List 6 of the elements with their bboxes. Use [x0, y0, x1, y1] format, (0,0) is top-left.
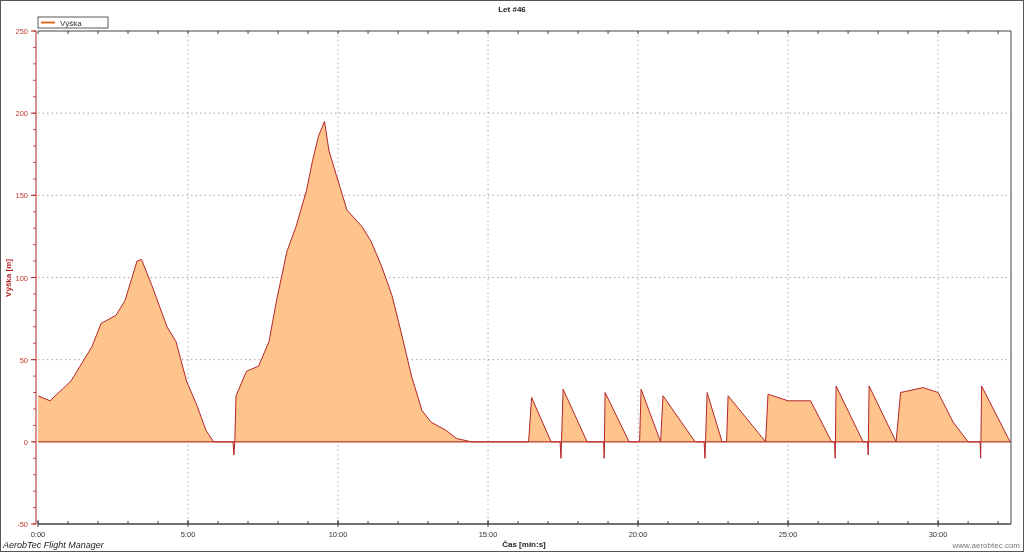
legend-label: Výška	[60, 19, 83, 28]
chart-legend: Výška	[37, 16, 109, 29]
app-name: AerobTec Flight Manager	[3, 540, 104, 550]
chart-title: Let #46	[498, 5, 526, 14]
y-axis-title: Výška [m]	[4, 259, 13, 297]
x-axis-title: Čas [min:s]	[502, 540, 546, 549]
